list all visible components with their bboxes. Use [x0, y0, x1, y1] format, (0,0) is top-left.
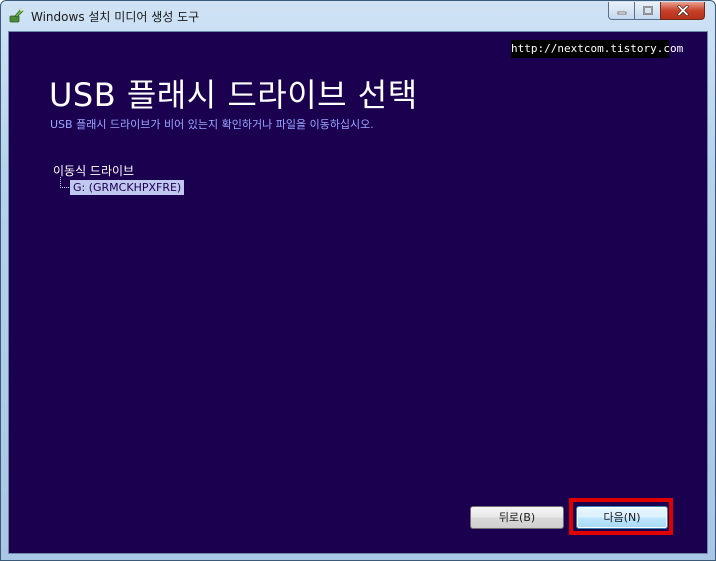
app-window: Windows 설치 미디어 생성 도구 http://nextcom.tist… [0, 0, 716, 561]
tree-root-removable-drives[interactable]: 이동식 드라이브 [53, 162, 134, 179]
page-subtitle: USB 플래시 드라이브가 비어 있는지 확인하거나 파일을 이동하십시오. [50, 118, 374, 131]
close-icon [676, 5, 689, 16]
tree-item-label: G: (GRMCKHPXFRE) [73, 181, 182, 194]
close-button[interactable] [660, 2, 705, 20]
minimize-button[interactable] [608, 2, 635, 20]
window-title: Windows 설치 미디어 생성 도구 [31, 10, 200, 24]
maximize-button[interactable] [634, 2, 661, 20]
maximize-icon [642, 5, 653, 15]
back-button[interactable]: 뒤로(B) [470, 506, 564, 529]
watermark-text: http://nextcom.tistory.com [511, 40, 683, 58]
highlight-box [569, 498, 673, 535]
wizard-panel: http://nextcom.tistory.com USB 플래시 드라이브 … [8, 31, 708, 554]
title-bar[interactable]: Windows 설치 미디어 생성 도구 [1, 1, 715, 31]
tree-connector [60, 187, 69, 188]
minimize-icon [617, 11, 626, 14]
media-creation-tool-icon [9, 7, 25, 23]
page-title: USB 플래시 드라이브 선택 [49, 76, 418, 114]
tree-item-usb-drive[interactable]: G: (GRMCKHPXFRE) [70, 180, 185, 195]
